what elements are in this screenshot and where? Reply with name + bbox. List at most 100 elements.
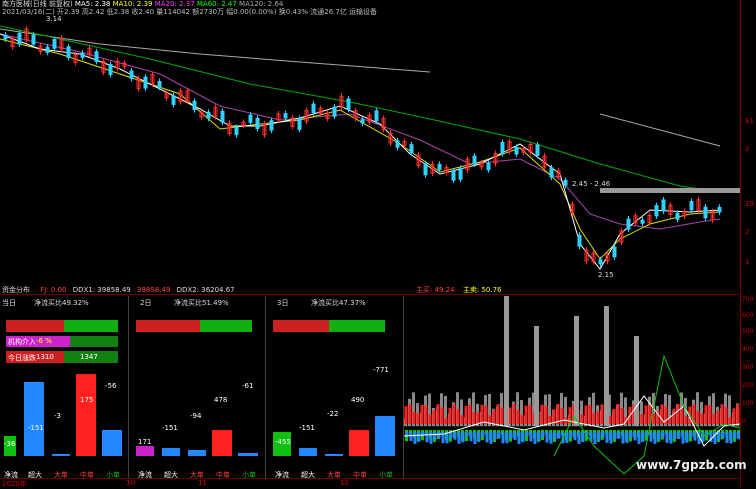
fund-bar — [541, 432, 545, 437]
fund-bar — [653, 432, 657, 444]
fund-bar — [721, 432, 725, 438]
fund-bar — [452, 404, 456, 424]
candle-body — [661, 199, 666, 212]
fund-bar — [665, 432, 669, 443]
fund-bar — [540, 404, 544, 424]
bar-mid — [349, 430, 369, 456]
fund-bar — [672, 408, 676, 424]
candle-body — [535, 144, 540, 156]
fund-bar — [725, 432, 729, 444]
fund-bar — [676, 404, 680, 424]
fund-bar — [433, 432, 437, 440]
fund-bar — [521, 432, 525, 443]
right-tick-3: 19 — [745, 200, 754, 208]
fund-bar — [560, 407, 564, 424]
fund-bar — [432, 410, 436, 424]
candle-body — [458, 167, 463, 180]
candle-body — [654, 205, 659, 217]
fund-bar — [497, 432, 501, 439]
fund-bar — [689, 432, 693, 438]
fund-bar — [600, 404, 604, 424]
candle-body — [45, 46, 50, 53]
candle-body — [437, 163, 442, 170]
fund-bar — [720, 404, 724, 424]
candle-body — [549, 167, 554, 178]
bar-mid — [212, 430, 232, 456]
fund-bar — [545, 432, 549, 443]
fund-bar — [729, 432, 733, 444]
fund-tick-500: 500 — [742, 328, 754, 335]
ma20-line — [0, 33, 721, 230]
fund-bar — [557, 432, 561, 439]
fund-bar — [728, 416, 732, 424]
main-in-label: 主买: 49.24 — [416, 286, 455, 294]
fund-bar — [565, 432, 569, 444]
inst-value: -6 % — [36, 337, 52, 345]
fund-bar — [573, 432, 577, 441]
fj-label: FJ: 0.00 — [40, 286, 67, 294]
fund-header-right: 主买: 49.24 主卖: 50.76 — [416, 286, 501, 294]
fund-bar — [577, 432, 581, 444]
fund-bar — [617, 432, 621, 439]
ma20-label: MA20: 2.37 — [154, 0, 195, 8]
fund-bar — [634, 336, 639, 426]
fund-bar — [633, 432, 637, 441]
fund-bar — [637, 432, 641, 444]
fund-tick-400: 400 — [742, 346, 754, 353]
fund-bar — [708, 405, 712, 424]
candle-body — [626, 218, 631, 230]
panel-today[interactable]: 当日 净流买比49.32% 机构介入 -6 % 今日涨跌 1310 1347 -… — [0, 296, 129, 479]
bar-net-value: -36 — [4, 440, 16, 448]
x-m2: 11 — [198, 479, 207, 487]
candle-body — [486, 162, 491, 171]
fund-bar — [669, 432, 673, 444]
bar-large — [188, 450, 206, 456]
fund-bar — [680, 408, 684, 424]
fund-bar — [512, 404, 516, 424]
candle-body — [157, 81, 162, 88]
fund-bar — [605, 432, 609, 443]
candle-body — [423, 163, 428, 176]
fund-bar — [421, 432, 425, 437]
fund-bar — [469, 432, 473, 442]
net-ratio-label: 净流买比47.37% — [311, 299, 366, 307]
fund-bar — [428, 414, 432, 424]
candle-body — [395, 140, 400, 148]
fund-bar — [444, 417, 448, 424]
candle-body — [717, 206, 722, 213]
ddx2-label: DDX2: 36204.67 — [176, 286, 235, 294]
fund-bar — [652, 413, 656, 424]
fund-bar — [704, 405, 708, 424]
fund-title: 资金分布 — [2, 286, 30, 294]
fund-bar — [644, 405, 648, 424]
fund-bar — [712, 413, 716, 424]
bar-net — [136, 446, 154, 456]
fund-bar — [597, 432, 601, 441]
fund-bar — [640, 413, 644, 424]
candle-body — [297, 118, 302, 130]
bar-mid-value: 175 — [80, 396, 94, 404]
bar-large-value: -22 — [327, 410, 339, 418]
fund-bar — [457, 432, 461, 444]
fund-bar — [456, 409, 460, 424]
fund-bar — [453, 432, 457, 440]
right-tick-2: 2 — [745, 145, 750, 153]
net-ratio-label: 净流买比49.32% — [34, 299, 89, 307]
ma10-label: MA10: 2.39 — [112, 0, 153, 8]
fund-tick-300: 300 — [742, 364, 754, 371]
fund-bar — [717, 432, 721, 441]
bar-large-value: -3 — [54, 412, 61, 420]
bar-small-value: -56 — [105, 382, 117, 390]
panel-2day[interactable]: 2日 净流买比51.49% 171 -151 -94 478 -61 净流 超大… — [130, 296, 266, 479]
fund-bar — [524, 405, 528, 424]
fund-bar — [584, 405, 588, 424]
bar-mid-value: 478 — [214, 396, 228, 404]
price-chart[interactable]: 南方医械(日线 前复权) MA5: 2.38 MA10: 2.39 MA20: … — [0, 0, 740, 279]
high-label: 3.14 — [46, 15, 62, 23]
fund-bar — [464, 405, 468, 424]
fund-bar — [424, 405, 428, 424]
candle-body — [31, 34, 36, 45]
candle-body — [451, 170, 456, 181]
fund-tick-700: 700 — [742, 296, 754, 303]
panel-3day[interactable]: 3日 净流买比47.37% -455 -151 -22 490 -771 净流 … — [267, 296, 404, 479]
